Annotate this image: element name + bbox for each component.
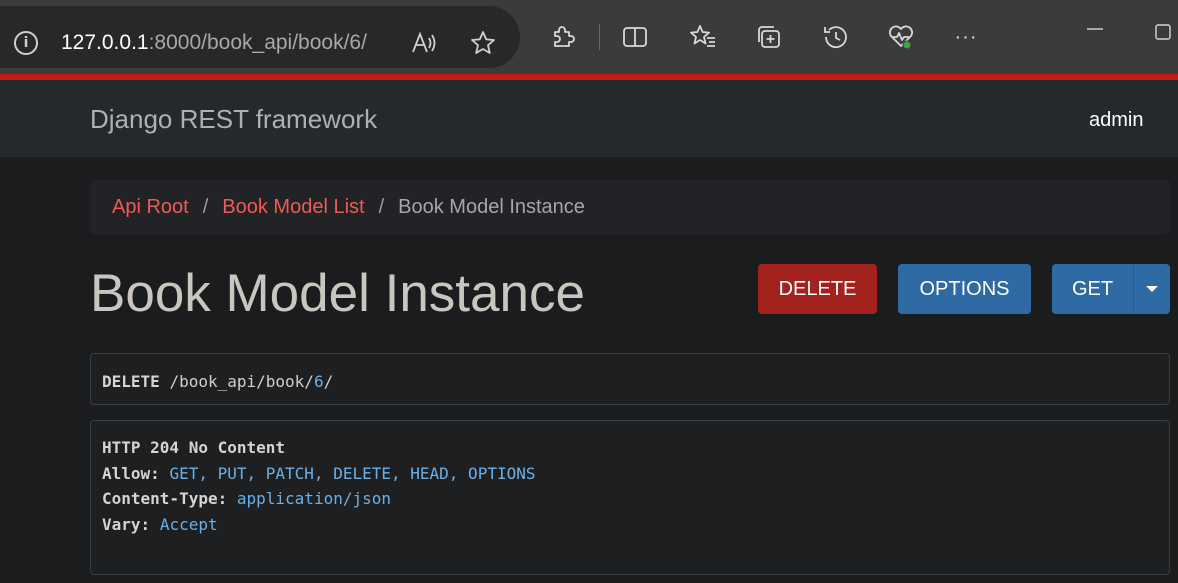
delete-button[interactable]: DELETE xyxy=(758,264,877,314)
minimize-icon[interactable] xyxy=(1080,14,1110,44)
get-button[interactable]: GET xyxy=(1052,264,1133,314)
options-button[interactable]: OPTIONS xyxy=(898,264,1031,314)
request-path: /book_api/book/ xyxy=(169,372,314,391)
request-info: DELETE /book_api/book/6/ xyxy=(90,353,1170,405)
browser-toolbar: i 127.0.0.1:8000/book_api/book/6/ ··· xyxy=(0,0,1178,74)
toolbar-separator xyxy=(599,24,600,50)
info-icon[interactable]: i xyxy=(14,31,38,55)
extensions-icon[interactable] xyxy=(548,22,578,52)
header-key: Content-Type: xyxy=(102,489,228,509)
response-header-allow: Allow: GET, PUT, PATCH, DELETE, HEAD, OP… xyxy=(102,461,1169,487)
get-format-dropdown[interactable] xyxy=(1133,264,1170,314)
url-host: 127.0.0.1 xyxy=(61,31,149,54)
response-header-vary: Vary: Accept xyxy=(102,512,1169,538)
url-path: :8000/book_api/book/6/ xyxy=(148,31,367,54)
response-info: HTTP 204 No Content Allow: GET, PUT, PAT… xyxy=(90,420,1170,575)
split-screen-icon[interactable] xyxy=(620,22,650,52)
address-bar[interactable]: i 127.0.0.1:8000/book_api/book/6/ xyxy=(0,6,520,68)
user-menu[interactable]: admin xyxy=(1089,108,1143,132)
url-text[interactable]: 127.0.0.1:8000/book_api/book/6/ xyxy=(61,31,367,55)
request-method: DELETE xyxy=(102,372,160,391)
breadcrumb-current: Book Model Instance xyxy=(398,195,585,218)
header-value: GET, PUT, PATCH, DELETE, HEAD, OPTIONS xyxy=(169,463,536,483)
header-value: Accept xyxy=(159,514,218,534)
brand-link[interactable]: Django REST framework xyxy=(90,104,377,134)
header-key: Allow: xyxy=(102,463,160,483)
request-path-id: 6 xyxy=(313,372,324,391)
history-icon[interactable] xyxy=(820,22,850,52)
favorite-star-icon[interactable] xyxy=(468,28,498,58)
caret-down-icon xyxy=(1146,286,1158,292)
request-path-suffix: / xyxy=(323,372,334,391)
response-status: HTTP 204 No Content xyxy=(102,438,286,457)
breadcrumb-book-model-list[interactable]: Book Model List xyxy=(222,196,364,219)
breadcrumb-separator: / xyxy=(202,195,209,218)
read-aloud-icon[interactable] xyxy=(409,28,439,58)
browser-essentials-icon[interactable] xyxy=(886,22,916,52)
collections-icon[interactable] xyxy=(754,22,784,52)
more-icon[interactable]: ··· xyxy=(951,22,981,52)
favorites-icon[interactable] xyxy=(688,22,718,52)
response-header-content-type: Content-Type: application/json xyxy=(102,486,1169,512)
request-line: DELETE /book_api/book/6/ xyxy=(102,369,1169,395)
page-title: Book Model Instance xyxy=(90,264,585,323)
breadcrumb: Api Root / Book Model List / Book Model … xyxy=(90,180,1170,234)
maximize-icon[interactable] xyxy=(1148,17,1178,47)
header-key: Vary: xyxy=(102,514,151,534)
breadcrumb-api-root[interactable]: Api Root xyxy=(112,196,189,219)
header-value: application/json xyxy=(236,489,391,509)
breadcrumb-separator: / xyxy=(378,195,385,218)
